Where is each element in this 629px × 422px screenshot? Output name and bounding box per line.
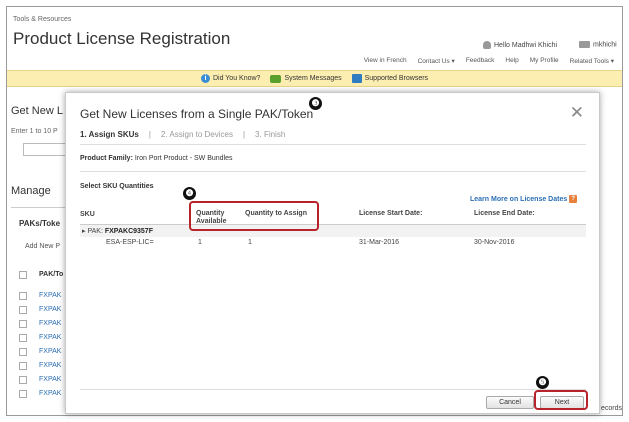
select-sku-label: Select SKU Quantities	[80, 183, 154, 190]
callout-4-box	[189, 201, 319, 231]
browser-icon	[351, 74, 362, 83]
callout-3: ❸	[309, 97, 322, 110]
bg-records-text: ecords	[601, 405, 623, 412]
notice-supported-browsers[interactable]: Supported Browsers	[351, 74, 429, 83]
bg-row-link[interactable]: FXPAK	[39, 362, 61, 369]
pak-value: FXPAKC9357F	[104, 228, 153, 235]
product-family: Product Family: Iron Port Product - SW B…	[80, 155, 233, 162]
bg-row-link[interactable]: FXPAK	[39, 320, 61, 327]
bg-row-link[interactable]: FXPAK	[39, 292, 61, 299]
bg-subtext: Enter 1 to 10 P	[11, 128, 58, 135]
link-feedback[interactable]: Feedback	[466, 57, 495, 65]
bg-row-link[interactable]: FXPAK	[39, 334, 61, 341]
pak-group-row	[80, 225, 586, 237]
callout-5-box	[534, 390, 588, 410]
bg-select-all-checkbox[interactable]	[19, 271, 27, 279]
row-qty-assign[interactable]: 1	[248, 239, 252, 246]
link-view-in-french[interactable]: View in French	[364, 57, 407, 65]
bg-row-link[interactable]: FXPAK	[39, 376, 61, 383]
bg-heading-manage: Manage	[11, 185, 51, 197]
bg-row-checkbox[interactable]	[19, 348, 27, 356]
notice-bar: i Did You Know? System Messages Supported…	[7, 70, 622, 87]
user-greeting: Hello Madhwi Khichi	[483, 41, 557, 49]
product-family-value: Iron Port Product - SW Bundles	[134, 155, 233, 162]
row-start-date: 31-Mar-2016	[359, 239, 400, 246]
learn-more-link[interactable]: Learn More on License Dates?	[470, 195, 578, 203]
row-end-date: 30-Nov-2016	[474, 239, 515, 246]
column-sku: SKU	[80, 211, 95, 218]
step-assign-devices: 2. Assign to Devices	[160, 130, 233, 139]
info-icon: i	[200, 74, 210, 83]
product-family-label: Product Family:	[80, 155, 133, 162]
notice-did-you-know-label: Did You Know?	[212, 75, 261, 82]
divider	[80, 144, 586, 145]
breadcrumb: Tools & Resources	[13, 16, 72, 23]
notice-system-messages[interactable]: System Messages	[270, 74, 342, 83]
modal-title: Get New Licenses from a Single PAK/Token	[80, 107, 314, 121]
bg-row-checkbox[interactable]	[19, 292, 27, 300]
callout-4: ❹	[183, 187, 196, 200]
message-icon	[270, 74, 282, 83]
step-separator: |	[148, 130, 151, 139]
bg-column-header: PAKs/Toke	[19, 219, 61, 228]
page-title: Product License Registration	[13, 29, 231, 48]
divider	[80, 171, 586, 172]
learn-more-text: Learn More on License Dates	[470, 195, 568, 203]
bg-row-checkbox[interactable]	[19, 390, 27, 398]
bg-row-checkbox[interactable]	[19, 320, 27, 328]
bg-pak-header: PAK/To	[39, 271, 64, 278]
notice-supported-browsers-label: Supported Browsers	[364, 75, 429, 82]
step-finish: 3. Finish	[255, 130, 286, 139]
bg-row-link[interactable]: FXPAK	[39, 390, 61, 397]
step-separator: |	[242, 130, 246, 139]
bg-row-checkbox[interactable]	[19, 306, 27, 314]
top-links: View in French Contact Us ▾ Feedback Hel…	[364, 57, 614, 65]
column-start-date: License Start Date:	[359, 210, 423, 217]
cancel-button[interactable]: Cancel	[486, 396, 534, 409]
link-related-tools[interactable]: Related Tools ▾	[570, 57, 614, 65]
callout-5: ❺	[536, 376, 549, 389]
bg-row-checkbox[interactable]	[19, 376, 27, 384]
pak-group-label[interactable]: ▸ PAK: FXPAKC9357F	[82, 227, 153, 235]
close-icon[interactable]: ✕	[570, 103, 584, 123]
divider	[80, 389, 586, 390]
link-contact-us[interactable]: Contact Us ▾	[418, 57, 455, 65]
step-assign-skus: 1. Assign SKUs	[80, 130, 139, 139]
help-icon: ?	[569, 195, 578, 203]
notice-did-you-know[interactable]: i Did You Know?	[200, 74, 261, 83]
id-card-icon	[579, 41, 590, 48]
bg-add-new-link[interactable]: Add New P	[25, 243, 60, 250]
link-my-profile[interactable]: My Profile	[530, 57, 559, 65]
bg-row-link[interactable]: FXPAK	[39, 306, 61, 313]
user-greeting-text: Hello Madhwi Khichi	[494, 41, 558, 49]
link-help[interactable]: Help	[505, 57, 518, 65]
wizard-steps: 1. Assign SKUs | 2. Assign to Devices | …	[80, 130, 285, 139]
user-id-text: mkhichi	[593, 41, 617, 49]
bg-heading-get-new: Get New L	[11, 105, 63, 117]
expand-triangle-icon[interactable]: ▸	[82, 228, 86, 235]
bg-row-checkbox[interactable]	[19, 334, 27, 342]
pak-label: PAK:	[87, 228, 103, 235]
bg-row-link[interactable]: FXPAK	[39, 348, 61, 355]
user-id: mkhichi	[579, 41, 617, 48]
row-qty-available: 1	[198, 239, 202, 246]
row-sku: ESA-ESP-LIC=	[106, 239, 154, 246]
bg-row-checkbox[interactable]	[19, 362, 27, 370]
column-end-date: License End Date:	[474, 210, 535, 217]
notice-system-messages-label: System Messages	[284, 75, 342, 82]
license-modal: Get New Licenses from a Single PAK/Token…	[65, 92, 600, 414]
person-icon	[483, 41, 491, 49]
